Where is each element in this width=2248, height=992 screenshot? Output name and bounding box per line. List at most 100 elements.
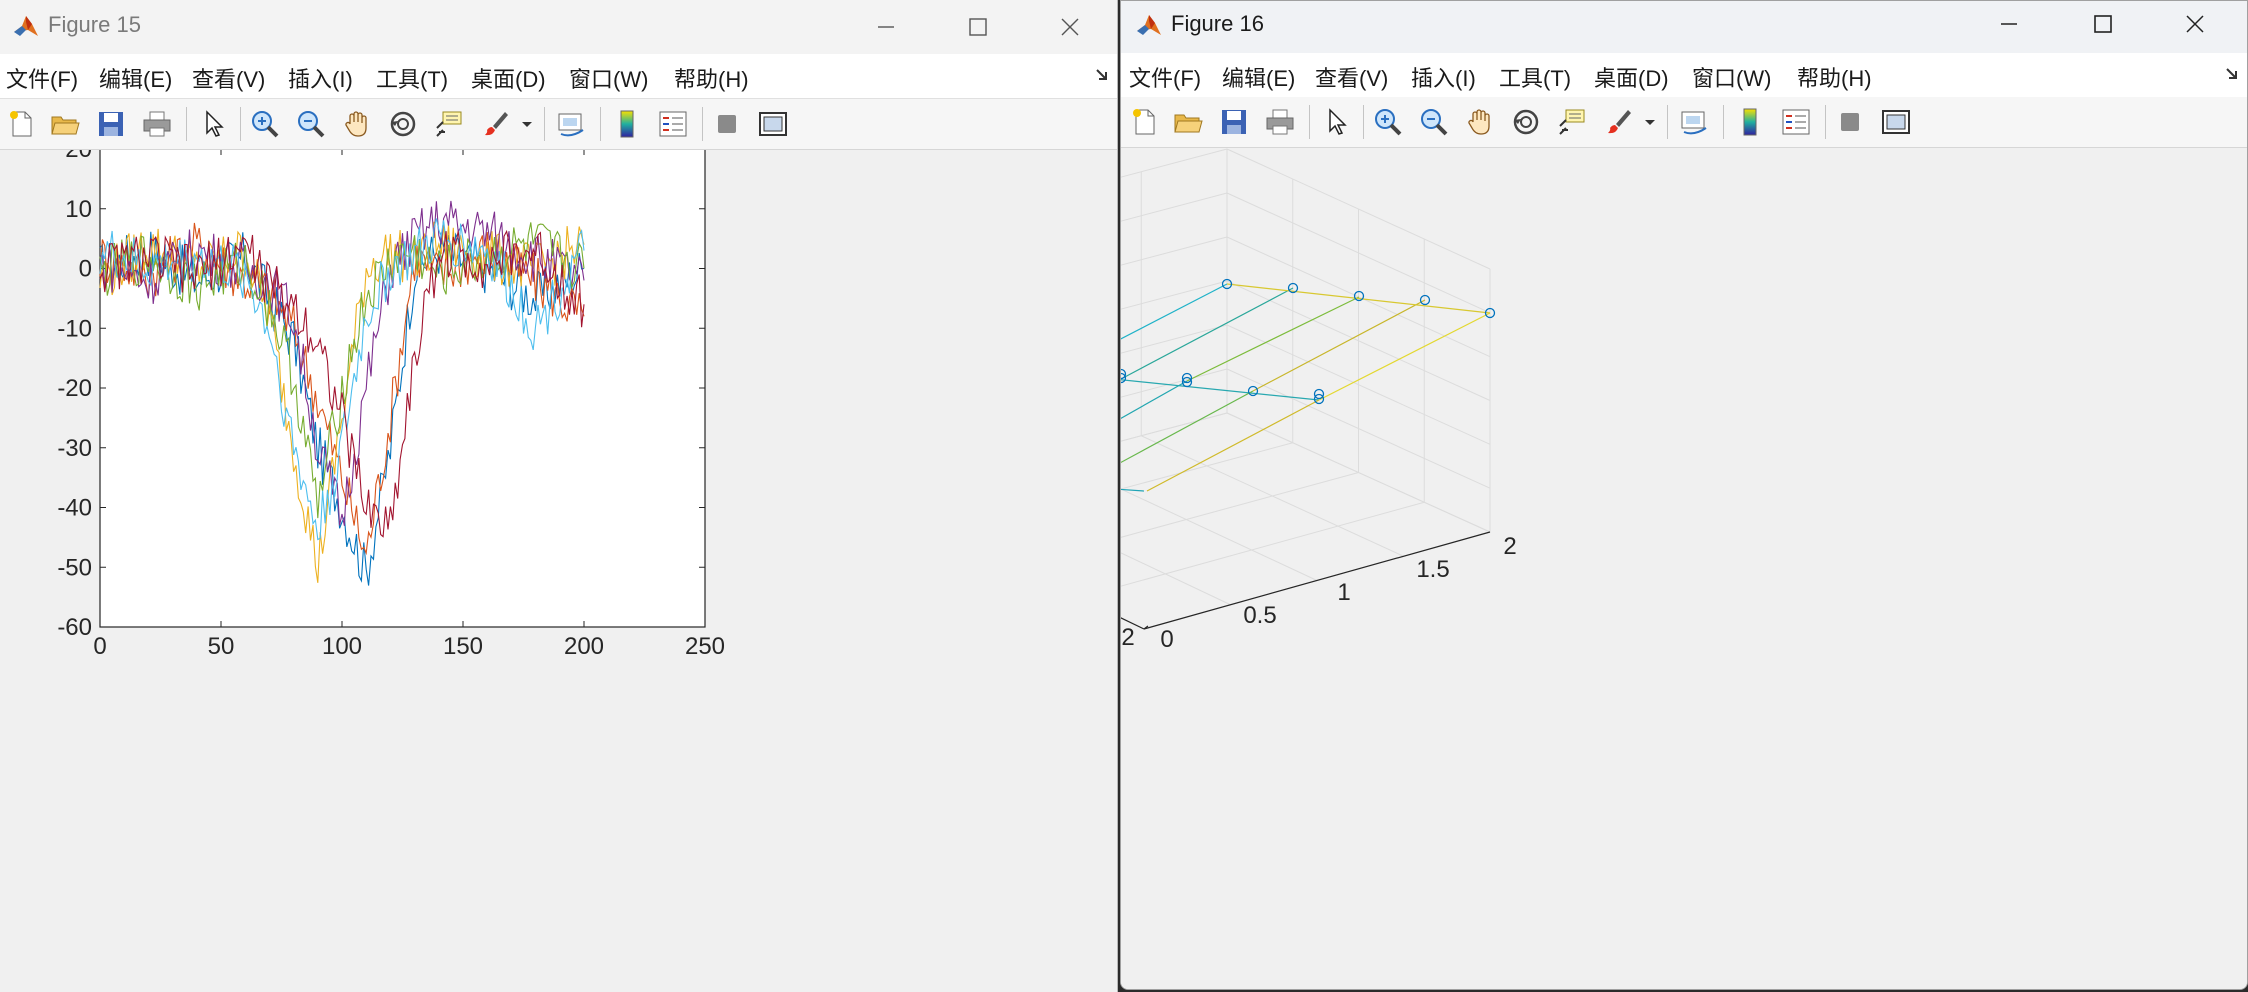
show-plot-tools-button[interactable] [754, 105, 792, 143]
data-tip-icon [436, 111, 462, 137]
show-plot-tools-button[interactable] [1877, 103, 1915, 141]
menu-edit[interactable]: 编辑(E) [1222, 61, 1295, 93]
y-tick-label: -50 [57, 554, 92, 581]
zoom-out-button[interactable] [1415, 103, 1453, 141]
brush-icon [485, 112, 508, 136]
hide-tools-icon [718, 115, 736, 133]
legend-icon [1782, 109, 1810, 135]
data-tips-button[interactable] [1553, 103, 1591, 141]
toolbar-separator [1667, 105, 1668, 139]
menu-view[interactable]: 查看(V) [1315, 61, 1388, 93]
new-figure-button[interactable] [2, 105, 40, 143]
pan-button[interactable] [338, 105, 376, 143]
b-tick-label: 2 [1503, 533, 1516, 560]
close-icon [1061, 18, 1079, 36]
menu-help[interactable]: 帮助(H) [1797, 61, 1872, 93]
toolbar-separator [1309, 105, 1310, 139]
zoom-out-icon [1421, 109, 1448, 136]
save-button[interactable] [1215, 103, 1253, 141]
grid-line [1121, 236, 1228, 266]
matlab-icon [14, 16, 38, 36]
save-icon [99, 112, 123, 136]
rotate-3d-button[interactable] [384, 105, 422, 143]
open-folder-icon [51, 116, 80, 135]
dock-icon[interactable] [2223, 65, 2241, 83]
insert-legend-button[interactable] [654, 105, 692, 143]
menu-bar: 文件(F) 编辑(E) 查看(V) 插入(I) 工具(T) 桌面(D) 窗口(W… [0, 54, 1117, 99]
brush-icon [1608, 110, 1631, 134]
colorbar-icon [1743, 108, 1757, 136]
line-chart[interactable]: 05010015020025020100-10-20-30-40-50-60 [0, 136, 1117, 992]
chevron-down-icon [522, 122, 532, 127]
close-button[interactable] [1038, 0, 1102, 54]
toolbar-separator [702, 107, 703, 141]
window-title: Figure 16 [1171, 11, 1264, 36]
edit-plot-button[interactable] [194, 105, 232, 143]
axis-line-a [1121, 617, 1145, 630]
new-figure-button[interactable] [1125, 103, 1163, 141]
colorbar-icon [620, 110, 634, 138]
data-tips-button[interactable] [430, 105, 468, 143]
menu-view[interactable]: 查看(V) [192, 62, 265, 94]
hide-tools-icon [1841, 113, 1859, 131]
menu-desktop[interactable]: 桌面(D) [1594, 61, 1669, 93]
brush-button[interactable] [476, 105, 514, 143]
hide-plot-tools-button[interactable] [708, 105, 746, 143]
menu-file[interactable]: 文件(F) [1129, 61, 1201, 93]
link-plot-button[interactable] [1675, 103, 1713, 141]
menu-tools[interactable]: 工具(T) [376, 62, 448, 94]
maximize-button[interactable] [2071, 1, 2135, 51]
menu-file[interactable]: 文件(F) [6, 62, 78, 94]
surface-line [1146, 399, 1320, 492]
insert-colorbar-button[interactable] [1731, 103, 1769, 141]
menu-desktop[interactable]: 桌面(D) [471, 62, 546, 94]
x-tick-label: 0 [93, 633, 106, 660]
zoom-in-button[interactable] [246, 105, 284, 143]
print-button[interactable] [1261, 103, 1299, 141]
minimize-button[interactable] [854, 0, 918, 54]
surface-line [1121, 287, 1294, 380]
zoom-out-icon [298, 111, 325, 138]
maximize-icon [969, 18, 987, 36]
rotate-3d-button[interactable] [1507, 103, 1545, 141]
title-bar[interactable]: Figure 16 [1121, 1, 2247, 55]
surface-line [1121, 380, 1188, 419]
hide-plot-tools-button[interactable] [1831, 103, 1869, 141]
legend-icon [659, 111, 687, 137]
new-file-icon [10, 111, 32, 137]
close-icon [2186, 15, 2204, 33]
print-icon [143, 111, 171, 137]
menu-help[interactable]: 帮助(H) [674, 62, 749, 94]
menu-insert[interactable]: 插入(I) [1411, 61, 1476, 93]
brush-button[interactable] [1599, 103, 1637, 141]
pan-button[interactable] [1461, 103, 1499, 141]
title-bar[interactable]: Figure 15 [0, 0, 1117, 54]
edit-plot-button[interactable] [1317, 103, 1355, 141]
surface-3d-chart[interactable]: 0.040.030.020.010-0.01-0.02Time210-1-200… [1121, 148, 2247, 990]
maximize-button[interactable] [946, 0, 1010, 54]
link-plot-button[interactable] [552, 105, 590, 143]
menu-edit[interactable]: 编辑(E) [99, 62, 172, 94]
close-button[interactable] [2163, 1, 2227, 51]
y-tick-label: 20 [65, 150, 92, 163]
grid-line [1121, 148, 1228, 178]
toolbar-separator [186, 107, 187, 141]
brush-dropdown[interactable] [1641, 103, 1659, 141]
zoom-out-button[interactable] [292, 105, 330, 143]
menu-window[interactable]: 窗口(W) [569, 62, 648, 94]
zoom-in-button[interactable] [1369, 103, 1407, 141]
print-button[interactable] [138, 105, 176, 143]
dock-icon[interactable] [1093, 66, 1111, 84]
insert-legend-button[interactable] [1777, 103, 1815, 141]
menu-window[interactable]: 窗口(W) [1692, 61, 1771, 93]
y-tick-label: -30 [57, 435, 92, 462]
figure-canvas: 0.040.030.020.010-0.01-0.02Time210-1-200… [1121, 148, 2247, 989]
menu-insert[interactable]: 插入(I) [288, 62, 353, 94]
menu-tools[interactable]: 工具(T) [1499, 61, 1571, 93]
save-button[interactable] [92, 105, 130, 143]
brush-dropdown[interactable] [518, 105, 536, 143]
open-file-button[interactable] [46, 105, 84, 143]
open-file-button[interactable] [1169, 103, 1207, 141]
insert-colorbar-button[interactable] [608, 105, 646, 143]
minimize-button[interactable] [1977, 1, 2041, 51]
